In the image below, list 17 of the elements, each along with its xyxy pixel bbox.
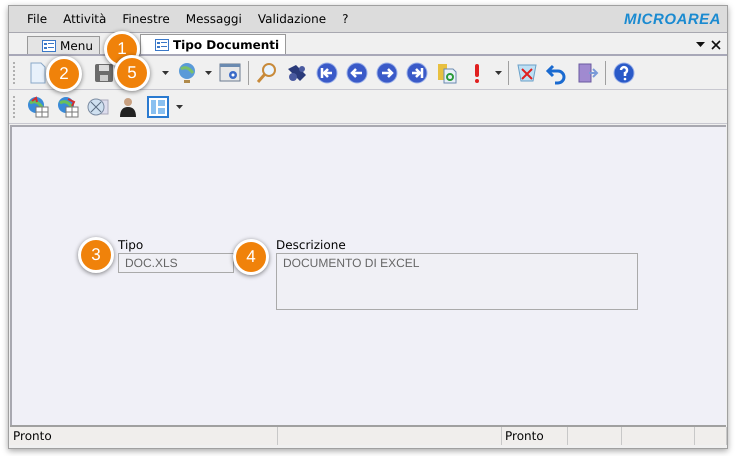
menu-item[interactable]: Finestre [114, 12, 178, 26]
input-field[interactable]: DOC.XLS [118, 253, 234, 273]
status-cell: Pronto [10, 427, 278, 445]
menu-item[interactable]: Messaggi [178, 12, 250, 26]
menu-item[interactable]: Validazione [250, 12, 334, 26]
callout-badge: 2 [46, 56, 82, 92]
field-label: Tipo [118, 237, 144, 253]
menu-item[interactable]: File [19, 12, 56, 26]
status-cell: Pronto [502, 427, 568, 445]
document-tab[interactable]: Menu [27, 36, 100, 54]
menu-item[interactable]: Attività [55, 12, 114, 26]
field-label: Descrizione [276, 237, 347, 253]
logo: MICROAREA [624, 10, 721, 28]
input-field[interactable]: DOCUMENTO DI EXCEL [276, 253, 638, 310]
document-tab[interactable]: Tipo Documenti [140, 34, 286, 54]
callout-badge: 5 [114, 55, 150, 91]
menu-item[interactable]: ? [334, 12, 356, 26]
